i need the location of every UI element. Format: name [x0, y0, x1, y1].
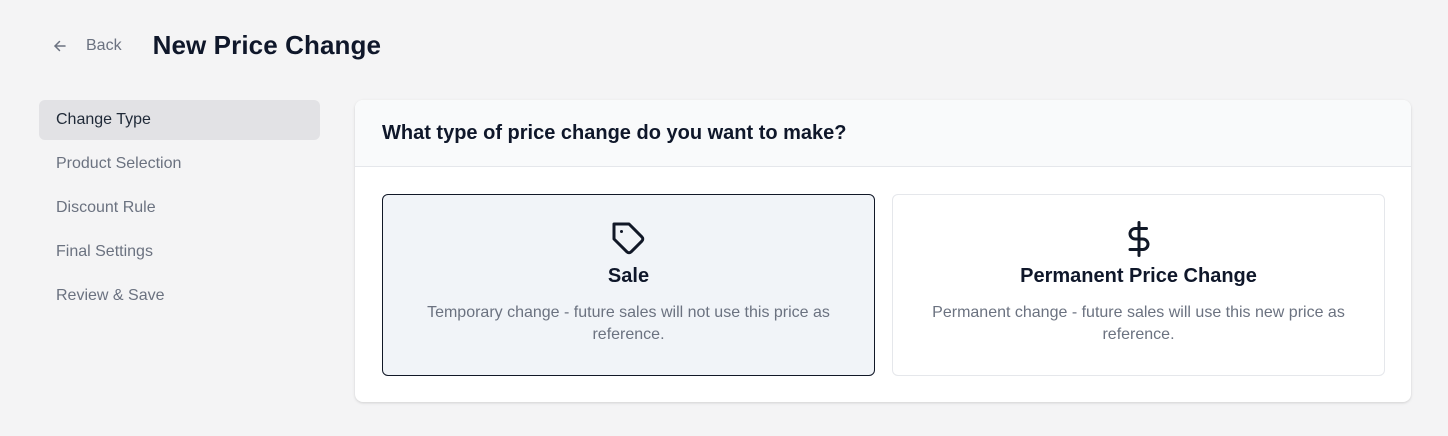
back-button[interactable]: Back	[52, 31, 122, 61]
card-title: What type of price change do you want to…	[382, 121, 847, 144]
page: Back New Price Change Change Type Produc…	[0, 0, 1448, 436]
step-change-type[interactable]: Change Type	[39, 100, 320, 140]
step-review-save[interactable]: Review & Save	[39, 276, 320, 316]
steps-sidebar: Change Type Product Selection Discount R…	[39, 100, 320, 320]
step-product-selection[interactable]: Product Selection	[39, 144, 320, 184]
change-type-card: What type of price change do you want to…	[355, 100, 1411, 402]
page-title: New Price Change	[152, 30, 382, 60]
sale-option-description: Temporary change - future sales will not…	[427, 304, 830, 343]
tag-icon	[611, 221, 647, 257]
step-discount-rule[interactable]: Discount Rule	[39, 188, 320, 228]
arrow-left-icon	[54, 40, 66, 51]
sale-option[interactable]: Sale Temporary change - future sales wil…	[382, 194, 875, 376]
permanent-option-title: Permanent Price Change	[1020, 265, 1257, 287]
page-header: Back New Price Change	[52, 30, 381, 61]
step-final-settings[interactable]: Final Settings	[39, 232, 320, 272]
permanent-option-description: Permanent change - future sales will use…	[932, 304, 1345, 343]
permanent-price-change-option[interactable]: Permanent Price Change Permanent change …	[892, 194, 1385, 376]
card-header: What type of price change do you want to…	[355, 100, 1411, 167]
dollar-icon	[1121, 221, 1157, 257]
back-label: Back	[86, 36, 122, 54]
sale-option-title: Sale	[607, 265, 650, 287]
